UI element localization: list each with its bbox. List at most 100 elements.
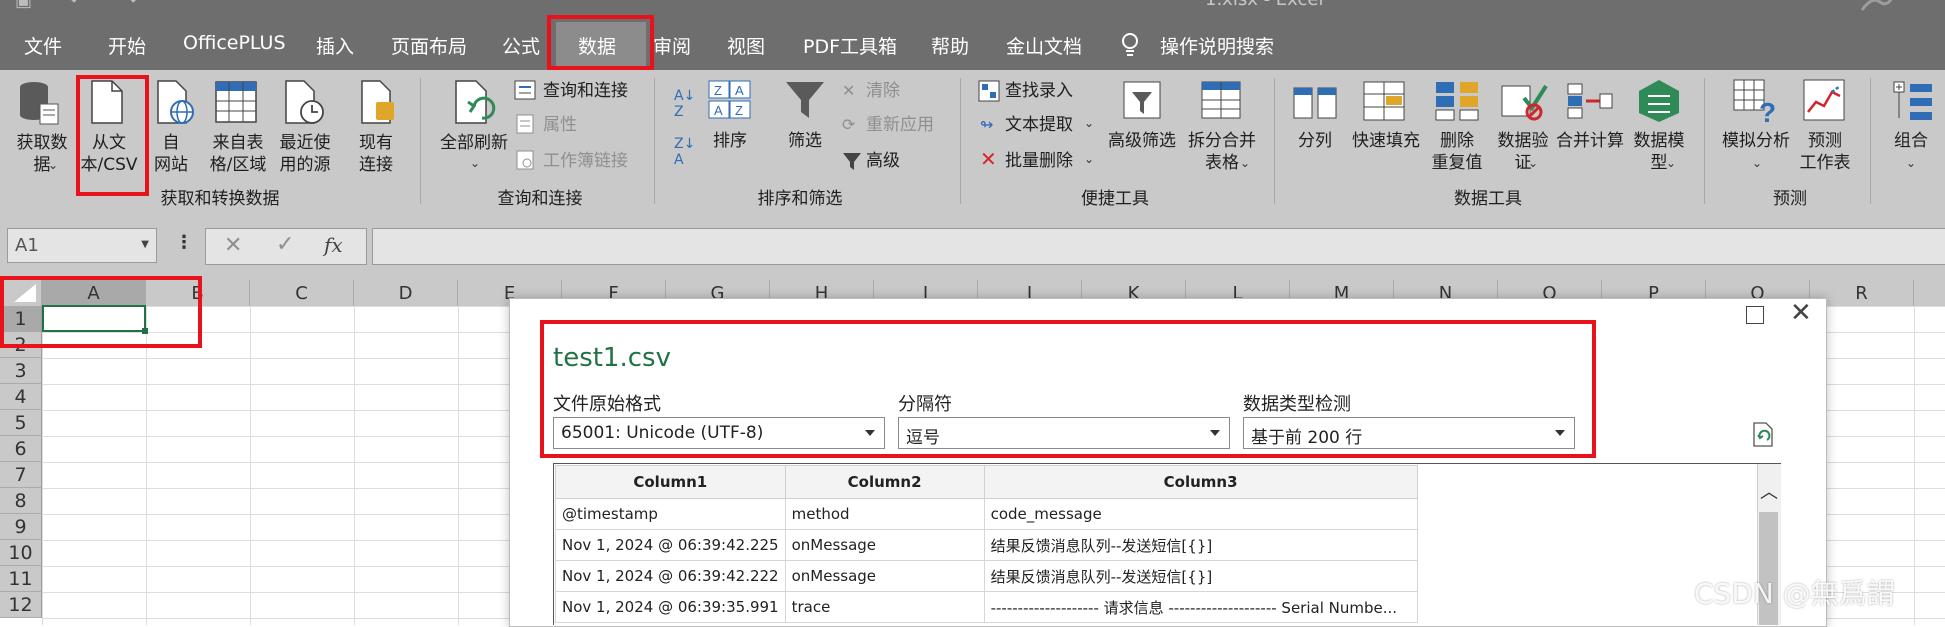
recent-sources-button[interactable]: 最近使 用的源 [272,132,338,176]
forecast-sheet-icon [1803,79,1845,121]
existing-connections-button[interactable]: 现有 连接 [352,132,400,176]
web-icon [157,80,194,124]
sort-button[interactable]: 排序 [708,130,752,152]
table-cell: 结果反馈消息队列--发送短信[{}] [983,560,1418,592]
tab-home[interactable]: 开始 [108,32,146,59]
row-header-12[interactable]: 12 [0,592,42,618]
cancel-icon[interactable]: ✕ [224,233,242,258]
batch-delete-button[interactable]: 批量删除 [1005,150,1073,172]
queries-connections-button[interactable]: 查询和连接 [543,80,628,102]
recent-sources-label-1: 最近使 [279,133,331,153]
data-model-label-1: 数据模 [1633,131,1685,151]
table-row: @timestamp method code_message [555,498,1418,530]
table-cell: trace [784,591,985,623]
table-cell: -------------------- 请求信息 --------------… [983,591,1418,623]
row-header-4[interactable]: 4 [0,384,42,410]
ribbon-separator [1274,78,1275,204]
group-sort-filter: 排序和筛选 [757,189,843,209]
tab-help[interactable]: 帮助 [931,32,969,59]
from-web-label-2: 网站 [154,155,188,175]
row-header-9[interactable]: 9 [0,514,42,540]
chevron-down-icon: ⌄ [1906,156,1917,170]
more-options-icon[interactable]: ⋮ [175,232,193,253]
tab-page-layout[interactable]: 页面布局 [391,32,467,59]
text-to-columns-button[interactable]: 分列 [1292,130,1338,152]
svg-text:Z: Z [735,103,743,118]
svg-text:Z: Z [714,83,722,98]
group-button[interactable]: 组合 [1880,130,1942,152]
name-box[interactable]: A1 ▼ [7,228,157,263]
forecast-sheet-button[interactable]: 预测 工作表 [1794,130,1856,174]
what-if-analysis-button[interactable]: 模拟分析 [1716,130,1796,152]
close-icon[interactable]: ✕ [1790,298,1812,328]
sort-ascending-icon[interactable]: A↓ Z [674,88,695,120]
scroll-up-icon[interactable]: ︿ [1760,478,1778,504]
column-header-d[interactable]: D [354,280,458,306]
column-header-1: Column1 [555,465,786,499]
data-model-label-2: 型 [1650,153,1668,173]
text-extract-button[interactable]: 文本提取 [1005,114,1073,136]
data-validation-icon [1501,84,1548,121]
workbook-links-button[interactable]: 工作簿链接 [543,150,628,172]
flash-fill-button[interactable]: 快速填充 [1348,130,1424,152]
column-header-2: Column2 [784,465,985,499]
row-header-11[interactable]: 11 [0,566,42,592]
flash-fill-icon [1363,81,1405,121]
tab-pdf-toolbox[interactable]: PDF工具箱 [803,32,897,59]
data-validation-button[interactable]: 数据验 证 [1488,130,1558,174]
reapply-button[interactable]: 重新应用 [866,114,934,136]
table-cell: 结果反馈消息队列--发送短信[{}] [983,529,1418,561]
sort-descending-icon[interactable]: Z↓ A [674,136,695,168]
filter-button[interactable]: 筛选 [782,130,828,152]
highlight-from-csv [76,75,149,196]
properties-button[interactable]: 属性 [543,114,577,136]
decoration-icon [1860,0,1893,11]
tab-review[interactable]: 审阅 [653,32,691,59]
tab-formulas[interactable]: 公式 [502,32,540,59]
title-and-tab-bar: ▣ ↶ ↷ 1.xlsx - Excel 文件 开始 OfficePLUS 插入… [0,0,1945,70]
formula-input[interactable] [372,228,1945,265]
properties-icon [516,114,534,134]
text-extract-icon: ↬ [980,115,994,134]
remove-duplicates-button[interactable]: 删除 重复值 [1426,130,1488,174]
table-cell: Nov 1, 2024 @ 06:39:35.991 [555,591,786,623]
refresh-all-button[interactable]: 全部刷新 [434,132,514,154]
find-entry-button[interactable]: 查找录入 [1005,80,1073,102]
advanced-button[interactable]: 高级 [866,150,900,172]
advanced-filter-tool-button[interactable]: 高级筛选 [1104,130,1180,152]
tab-file[interactable]: 文件 [24,32,62,59]
column-header-c[interactable]: C [250,280,354,306]
tab-insert[interactable]: 插入 [316,32,354,59]
get-data-button[interactable]: 获取数 据 [12,132,72,176]
consolidate-icon [1567,83,1613,119]
quick-access-toolbar[interactable]: ▣ ↶ ↷ [15,0,154,11]
tell-me-search[interactable]: 操作说明搜索 [1160,32,1274,59]
column-header-3: Column3 [983,465,1418,499]
chevron-down-icon: ⌄ [1240,156,1251,170]
ribbon-separator [1870,78,1871,204]
data-model-icon [1639,80,1679,122]
chevron-down-icon: ⌄ [1666,156,1677,170]
row-header-3[interactable]: 3 [0,358,42,384]
consolidate-button[interactable]: 合并计算 [1550,130,1630,152]
row-header-8[interactable]: 8 [0,488,42,514]
clear-button[interactable]: 清除 [866,80,900,102]
ribbon-separator [654,78,655,204]
database-icon [20,82,59,125]
table-row: Nov 1, 2024 @ 06:39:42.222 onMessage 结果反… [555,560,1418,592]
row-header-6[interactable]: 6 [0,436,42,462]
row-header-7[interactable]: 7 [0,462,42,488]
row-header-10[interactable]: 10 [0,540,42,566]
from-table-button[interactable]: 来自表 格/区域 [206,132,270,176]
row-header-5[interactable]: 5 [0,410,42,436]
enter-check-icon[interactable]: ✓ [276,232,294,257]
insert-function-icon[interactable]: fx [324,233,343,257]
refresh-preview-icon[interactable] [1752,422,1776,448]
data-model-button[interactable]: 数据模 型 [1626,130,1692,174]
maximize-icon[interactable] [1746,306,1764,324]
tab-view[interactable]: 视图 [727,32,765,59]
from-web-button[interactable]: 自 网站 [148,132,194,176]
tab-kingsoft-docs[interactable]: 金山文档 [1006,32,1082,59]
tab-officeplus[interactable]: OfficePLUS [183,32,286,54]
ribbon-separator [1704,78,1705,204]
